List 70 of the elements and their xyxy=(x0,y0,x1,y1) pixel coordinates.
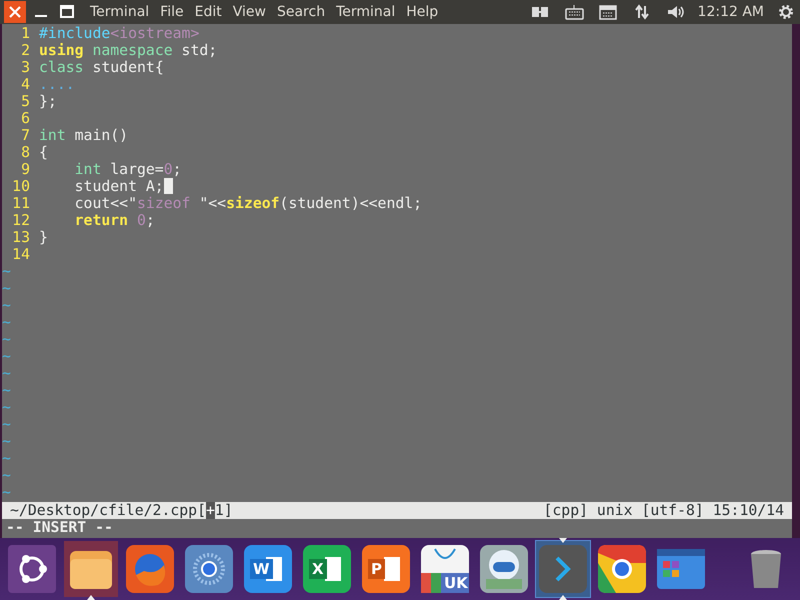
empty-line-marker: ~ xyxy=(2,450,12,467)
menu-item[interactable]: Edit xyxy=(194,4,222,20)
empty-line-marker: ~ xyxy=(2,365,12,382)
dock-launcher[interactable]: UK xyxy=(418,541,472,597)
icon-letter: W xyxy=(250,559,273,579)
chevron-icon xyxy=(539,545,587,593)
globe-icon xyxy=(185,545,233,593)
ubuntu-logo-icon xyxy=(8,545,56,593)
code-line: int large=0; xyxy=(74,161,182,178)
app-title: Terminal xyxy=(90,4,150,20)
empty-line-marker: ~ xyxy=(2,382,12,399)
code-line: using namespace std; xyxy=(39,42,218,59)
chrome-icon xyxy=(598,545,646,593)
menu-item[interactable]: View xyxy=(232,4,266,20)
empty-line-marker: ~ xyxy=(2,348,12,365)
empty-line-marker: ~ xyxy=(2,467,12,484)
menu-item[interactable]: File xyxy=(160,4,184,20)
code-line: return 0; xyxy=(74,212,155,229)
empty-line-marker: ~ xyxy=(2,433,12,450)
keyboard-icon[interactable] xyxy=(564,2,584,22)
empty-line-marker: ~ xyxy=(2,331,12,348)
dock-launcher[interactable]: P xyxy=(359,541,413,597)
empty-line-marker: ~ xyxy=(2,314,12,331)
empty-line-marker: ~ xyxy=(2,280,12,297)
code-line: class student{ xyxy=(39,59,164,76)
code-line: { xyxy=(39,144,48,161)
line-number: 11 xyxy=(11,195,30,212)
line-number: 5 xyxy=(20,93,30,110)
empty-line-marker: ~ xyxy=(2,297,12,314)
dock-launcher[interactable]: W xyxy=(241,541,295,597)
line-number: 4 xyxy=(20,76,30,93)
code-line: } xyxy=(39,229,48,246)
icon-letter: UK xyxy=(443,573,469,593)
empty-line-marker: ~ xyxy=(2,484,12,501)
line-number: 7 xyxy=(20,127,30,144)
code-line: int main() xyxy=(39,127,128,144)
line-number: 1 xyxy=(20,25,30,42)
close-icon[interactable] xyxy=(4,1,26,23)
dock-launcher[interactable] xyxy=(64,541,118,597)
empty-line-marker: ~ xyxy=(2,416,12,433)
buffer-count: 1] xyxy=(214,502,233,519)
clock[interactable]: 12:12 AM xyxy=(698,4,764,20)
menu-item[interactable]: Help xyxy=(406,4,438,20)
icon-letter: P xyxy=(368,559,385,579)
power-gear-icon[interactable] xyxy=(776,2,796,22)
line-number: 2 xyxy=(20,42,30,59)
shopping-bag-icon xyxy=(421,545,469,593)
line-number: 14 xyxy=(11,246,30,263)
line-number: 10 xyxy=(11,178,30,195)
code-line: .... xyxy=(39,76,75,93)
icon-letter: X xyxy=(309,559,327,579)
code-line: cout<<"sizeof "<<sizeof(student)<<endl; xyxy=(74,195,422,212)
empty-line-marker: ~ xyxy=(2,399,12,416)
line-number: 8 xyxy=(20,144,30,161)
file-info: [cpp] unix [utf-8] 15:10/14 xyxy=(543,502,784,519)
code-line: #include<iostream> xyxy=(39,25,200,42)
modified-flag: + xyxy=(206,502,215,519)
menu-item[interactable]: Search xyxy=(276,4,326,20)
file-path: ~/Desktop/cfile/2.cpp[ xyxy=(10,502,206,519)
code-line: }; xyxy=(39,93,57,110)
dock-launcher[interactable]: X xyxy=(300,541,354,597)
menu-item[interactable]: Terminal xyxy=(336,4,396,20)
line-number: 6 xyxy=(20,110,30,127)
empty-line-marker: ~ xyxy=(2,263,12,280)
line-number: 12 xyxy=(11,212,30,229)
line-number: 13 xyxy=(11,229,30,246)
line-number: 3 xyxy=(20,59,30,76)
mode-indicator: -- INSERT -- xyxy=(5,519,114,536)
line-number: 9 xyxy=(20,161,30,178)
code-line: student A; xyxy=(74,178,164,195)
